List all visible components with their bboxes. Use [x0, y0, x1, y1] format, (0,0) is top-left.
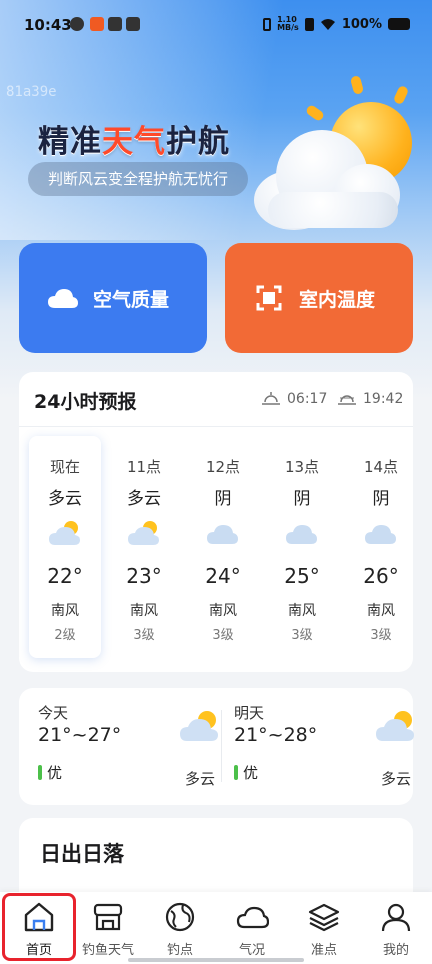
divider [19, 426, 413, 427]
divider [221, 710, 222, 782]
overcast-icon [207, 525, 238, 544]
sunset-time: 19:42 [337, 391, 403, 407]
watermark: 81a39e [6, 84, 57, 100]
hourly-forecast-card: 24小时预报 06:17 19:42 现在 多云 22° 南风 2级 11点 多… [19, 372, 413, 672]
battery-icon [388, 18, 410, 30]
sunrise-icon [262, 392, 280, 405]
partly-cloudy-icon [376, 711, 414, 741]
indoor-temperature-button[interactable]: 室内温度 [225, 243, 413, 353]
wifi-icon [320, 18, 335, 30]
hour-forecast-12[interactable]: 12点 阴 24° 南风 3级 [187, 436, 259, 658]
tomorrow-summary[interactable]: 明天 21°~28° 优 多云 [234, 702, 424, 792]
daily-summary-card: 今天 21°~27° 优 多云 明天 21°~28° 优 多云 [19, 688, 414, 805]
hourly-forecast-title: 24小时预报 [34, 391, 137, 413]
hour-forecast-11[interactable]: 11点 多云 23° 南风 3级 [108, 436, 180, 658]
layers-icon [308, 903, 340, 932]
air-quality-button[interactable]: 空气质量 [19, 243, 207, 353]
overcast-icon [286, 525, 317, 544]
today-summary[interactable]: 今天 21°~27° 优 多云 [38, 702, 228, 792]
status-right: 1.10 MB/s 100% [263, 16, 410, 32]
home-indicator[interactable] [128, 958, 304, 962]
sun-cloud-illustration [248, 74, 418, 234]
hero-slogan: 精准天气护航 [38, 124, 230, 160]
network-speed: 1.10 MB/s [277, 15, 299, 32]
sim-icon [304, 17, 314, 31]
sunrise-time: 06:17 [261, 391, 327, 407]
app-notification-icon [90, 17, 104, 31]
cloud-icon [236, 906, 269, 929]
sunrise-sunset-title: 日出日落 [40, 842, 124, 866]
partly-cloudy-icon [128, 521, 159, 545]
hero-subtitle: 判断风云变全程护航无忧行 [28, 162, 249, 196]
cloud-icon [47, 284, 79, 312]
check-icon [70, 17, 84, 31]
globe-icon [165, 902, 195, 932]
air-quality-label: 空气质量 [93, 288, 170, 311]
nav-accurate[interactable]: 准点 [288, 892, 360, 964]
partly-cloudy-icon [49, 521, 80, 545]
partly-cloudy-icon [180, 711, 218, 741]
hour-forecast-13[interactable]: 13点 阴 25° 南风 3级 [266, 436, 338, 658]
store-notification-icon [108, 17, 122, 31]
overcast-icon [365, 525, 396, 544]
status-time: 10:43 [24, 16, 72, 34]
user-icon [381, 903, 411, 932]
nav-home-highlight [2, 893, 76, 961]
nav-fishing-weather[interactable]: 钓鱼天气 [72, 892, 144, 964]
vibrate-icon [263, 17, 272, 31]
scan-frame-icon [253, 284, 285, 312]
hour-forecast-14[interactable]: 14点 阴 26° 南风 3级 [345, 436, 417, 658]
nav-conditions[interactable]: 气况 [216, 892, 288, 964]
nav-profile[interactable]: 我的 [360, 892, 432, 964]
status-bar: 10:43 1.10 MB/s 100% [0, 0, 432, 50]
battery-text: 100% [341, 16, 382, 32]
store-icon [93, 903, 123, 931]
sunset-icon [338, 395, 356, 405]
hour-forecast-now[interactable]: 现在 多云 22° 南风 2级 [29, 436, 101, 658]
indoor-temperature-label: 室内温度 [299, 288, 376, 311]
aqi-badge: 优 [38, 762, 62, 783]
aqi-badge: 优 [234, 762, 258, 783]
message-icon [126, 17, 140, 31]
nav-fishing-spots[interactable]: 钓点 [144, 892, 216, 964]
